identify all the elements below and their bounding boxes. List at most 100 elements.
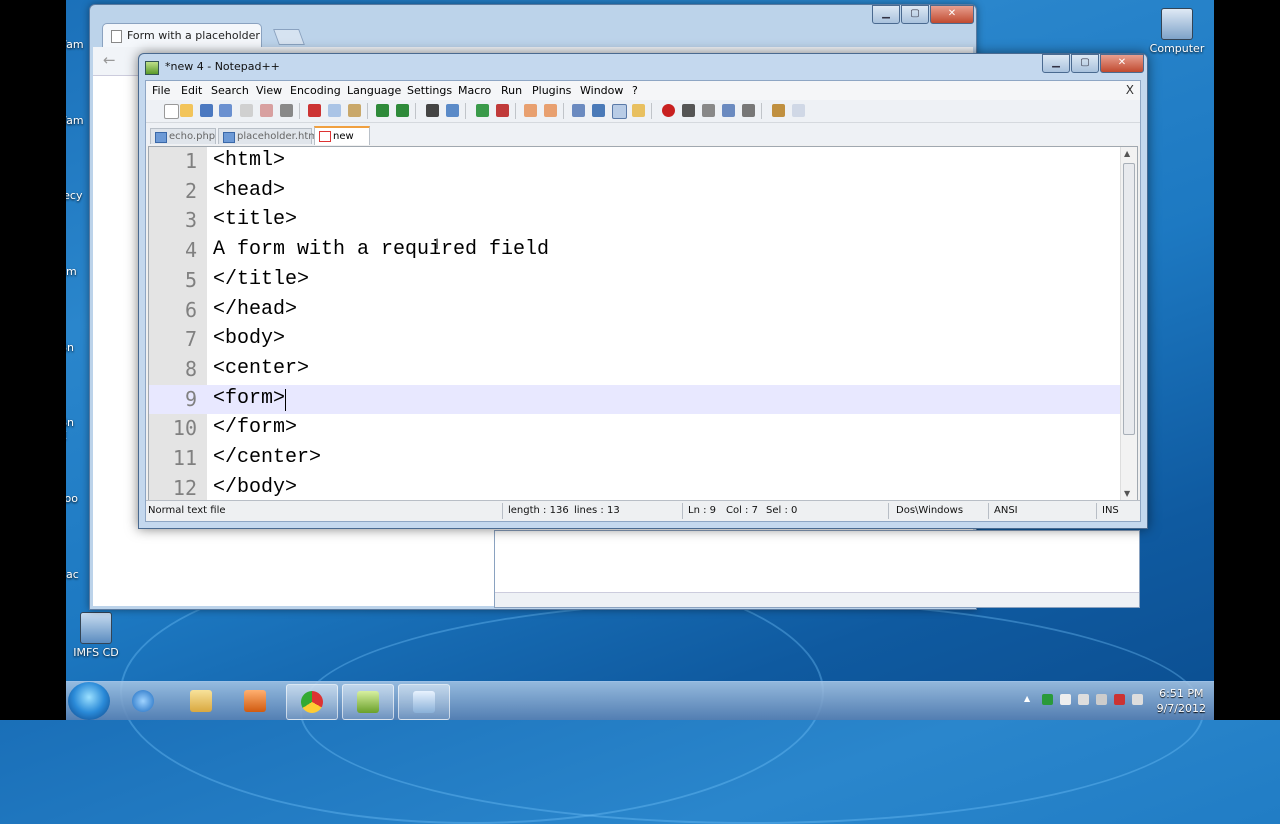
file-tab-active[interactable]: new 4 (314, 126, 370, 159)
new-tab-button[interactable] (273, 29, 305, 45)
code-line[interactable]: 11 </center> (149, 444, 1121, 474)
scrollbar-thumb[interactable] (1123, 163, 1135, 435)
record-macro-icon[interactable] (662, 104, 675, 117)
menu-macro[interactable]: Macro (458, 84, 491, 97)
indent-guide-icon[interactable] (612, 104, 627, 119)
zoom-out-icon[interactable] (496, 104, 509, 117)
play-multiple-icon[interactable] (722, 104, 735, 117)
code-line[interactable]: 5 </title> (149, 266, 1121, 296)
menu-window[interactable]: Window (580, 84, 623, 97)
clock[interactable]: 6:51 PM 9/7/2012 (1157, 686, 1206, 716)
cut-icon[interactable] (308, 104, 321, 117)
code-line[interactable]: 6 </head> (149, 296, 1121, 326)
open-file-icon[interactable] (180, 104, 193, 117)
code-line[interactable]: 12 </body> (149, 474, 1121, 500)
save-macro-icon[interactable] (742, 104, 755, 117)
taskbar-chrome[interactable] (286, 684, 338, 720)
desktop-icon-partial[interactable]: m (66, 265, 90, 278)
menu-file[interactable]: File (152, 84, 170, 97)
vertical-scrollbar[interactable]: ▲ ▼ (1120, 147, 1137, 500)
print-icon[interactable] (280, 104, 293, 117)
undo-icon[interactable] (376, 104, 389, 117)
code-line[interactable]: 2 <head> (149, 177, 1121, 207)
line-number: 4 (184, 238, 197, 263)
save-icon[interactable] (200, 104, 213, 117)
menu-run[interactable]: Run (501, 84, 522, 97)
minimize-button[interactable]: ▁ (872, 5, 900, 24)
code-line[interactable]: 8 <center> (149, 355, 1121, 385)
file-tab[interactable]: placeholder.html (218, 128, 321, 144)
sync-scroll-h-icon[interactable] (544, 104, 557, 117)
paste-icon[interactable] (348, 104, 361, 117)
menu-help[interactable]: ? (632, 84, 638, 97)
desktop-icon-label: Computer (1149, 42, 1205, 55)
code-line[interactable]: 4 A form with a required field (149, 236, 1121, 266)
network-icon[interactable] (1096, 694, 1107, 705)
menu-view[interactable]: View (256, 84, 282, 97)
find-icon[interactable] (426, 104, 439, 117)
window-title: *new 4 - Notepad++ (165, 60, 280, 73)
menu-search[interactable]: Search (211, 84, 249, 97)
browser-tab-title: Form with a placeholder (127, 29, 260, 42)
menu-edit[interactable]: Edit (181, 84, 202, 97)
tray-app-icon[interactable] (1078, 694, 1089, 705)
code-line[interactable]: 10 </form> (149, 414, 1121, 444)
action-center-flag-icon[interactable] (1060, 694, 1071, 705)
close-button[interactable]: ✕ (1100, 54, 1144, 73)
title-bar[interactable]: *new 4 - Notepad++ ▁ ▢ ✕ (139, 54, 1147, 80)
spell-check-icon[interactable] (792, 104, 805, 117)
code-editor[interactable]: 1 <html> 2 <head> 3 <title> 4 A form with a req… (148, 146, 1138, 501)
play-macro-icon[interactable] (702, 104, 715, 117)
new-file-icon[interactable] (164, 104, 179, 119)
maximize-button[interactable]: ▢ (1071, 54, 1099, 73)
taskbar-media-player[interactable] (230, 684, 280, 718)
copy-icon[interactable] (328, 104, 341, 117)
horizontal-scrollbar[interactable] (495, 592, 1139, 607)
taskbar-notepadpp[interactable] (342, 684, 394, 720)
code-line[interactable]: 3 <title> (149, 206, 1121, 236)
replace-icon[interactable] (446, 104, 459, 117)
menu-close-document[interactable]: X (1126, 83, 1134, 97)
plugin-icon[interactable] (772, 104, 785, 117)
browser-tab[interactable]: Form with a placeholder (102, 23, 262, 47)
stop-macro-icon[interactable] (682, 104, 695, 117)
back-arrow-icon[interactable]: ← (103, 51, 116, 69)
tray-app-icon[interactable] (1114, 694, 1125, 705)
show-hidden-icons-icon[interactable]: ▲ (1024, 694, 1035, 705)
save-all-icon[interactable] (219, 104, 232, 117)
taskbar-explorer[interactable] (176, 684, 226, 718)
code-text: <form> (213, 386, 286, 410)
taskbar-internet-explorer[interactable] (118, 684, 168, 718)
menu-encoding[interactable]: Encoding (290, 84, 341, 97)
start-button[interactable] (68, 682, 110, 720)
maximize-button[interactable]: ▢ (901, 5, 929, 24)
sync-scroll-v-icon[interactable] (524, 104, 537, 117)
menu-language[interactable]: Language (347, 84, 401, 97)
redo-icon[interactable] (396, 104, 409, 117)
show-all-chars-icon[interactable] (592, 104, 605, 117)
code-line[interactable]: 1 <html> (149, 147, 1121, 177)
zoom-in-icon[interactable] (476, 104, 489, 117)
close-file-icon[interactable] (240, 104, 253, 117)
close-all-icon[interactable] (260, 104, 273, 117)
menu-plugins[interactable]: Plugins (532, 84, 571, 97)
desktop-icon-computer[interactable]: Computer (1145, 8, 1209, 55)
taskbar-notepad[interactable] (398, 684, 450, 720)
close-button[interactable]: ✕ (930, 5, 974, 24)
menu-settings[interactable]: Settings (407, 84, 452, 97)
code-line[interactable]: 9 <form> (149, 384, 1121, 415)
word-wrap-icon[interactable] (572, 104, 585, 117)
file-tab-bar: echo.php placeholder.html new 4 (146, 123, 1140, 159)
code-line[interactable]: 7 <body> (149, 325, 1121, 355)
desktop-icon-imfs-cd[interactable]: IMFS CD (64, 612, 128, 659)
status-insert-mode: INS (1102, 505, 1119, 516)
volume-icon[interactable] (1132, 694, 1143, 705)
browser-window-controls: ▁ ▢ ✕ (871, 5, 974, 24)
tray-app-icon[interactable] (1042, 694, 1053, 705)
file-tab[interactable]: echo.php (150, 128, 216, 144)
scroll-down-arrow-icon[interactable]: ▼ (1124, 489, 1130, 498)
scroll-up-arrow-icon[interactable]: ▲ (1124, 149, 1130, 158)
doc-map-icon[interactable] (632, 104, 645, 117)
notepadpp-window[interactable]: *new 4 - Notepad++ ▁ ▢ ✕ File Edit Search … (138, 53, 1148, 529)
minimize-button[interactable]: ▁ (1042, 54, 1070, 73)
